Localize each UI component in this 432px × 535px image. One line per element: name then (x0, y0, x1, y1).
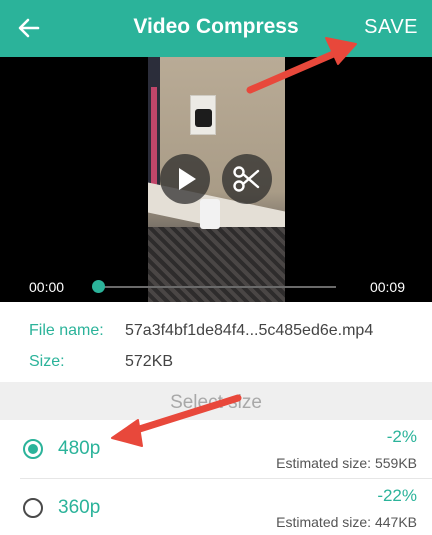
radio-selected-icon[interactable] (23, 439, 43, 459)
play-button[interactable] (160, 154, 210, 204)
app-bar: Video Compress SAVE (0, 0, 432, 57)
radio-unselected-icon[interactable] (23, 498, 43, 518)
option-estimate: Estimated size: 447KB (276, 514, 417, 530)
file-name-value: 57a3f4bf1de84f4...5c485ed6e.mp4 (125, 322, 374, 339)
frame-plug (195, 109, 212, 127)
option-estimate: Estimated size: 559KB (276, 455, 417, 471)
save-button[interactable]: SAVE (364, 16, 418, 39)
trim-button[interactable] (222, 154, 272, 204)
file-size-label: Size: (29, 353, 65, 370)
option-change: -2% (386, 427, 417, 446)
seek-bar[interactable] (97, 286, 336, 288)
file-size-value: 572KB (125, 353, 174, 370)
file-info: File name: 57a3f4bf1de84f4...5c485ed6e.m… (0, 302, 432, 382)
current-time: 00:00 (29, 279, 65, 295)
size-section-header: Select size (0, 382, 432, 420)
option-change: -22% (377, 486, 417, 505)
size-option-360p[interactable]: 360p -22% Estimated size: 447KB (20, 478, 432, 535)
video-player[interactable]: 00:00 00:09 (0, 57, 432, 302)
size-option-480p[interactable]: 480p -2% Estimated size: 559KB (0, 420, 432, 478)
option-resolution: 480p (58, 438, 101, 459)
frame-book (151, 87, 157, 197)
option-resolution: 360p (58, 497, 101, 518)
frame-carpet (148, 227, 285, 302)
size-section-title: Select size (170, 392, 262, 413)
file-name-label: File name: (29, 322, 104, 339)
scissors-icon (233, 166, 260, 192)
duration: 00:09 (369, 279, 405, 295)
play-icon (179, 168, 196, 190)
seek-handle[interactable] (92, 280, 105, 293)
